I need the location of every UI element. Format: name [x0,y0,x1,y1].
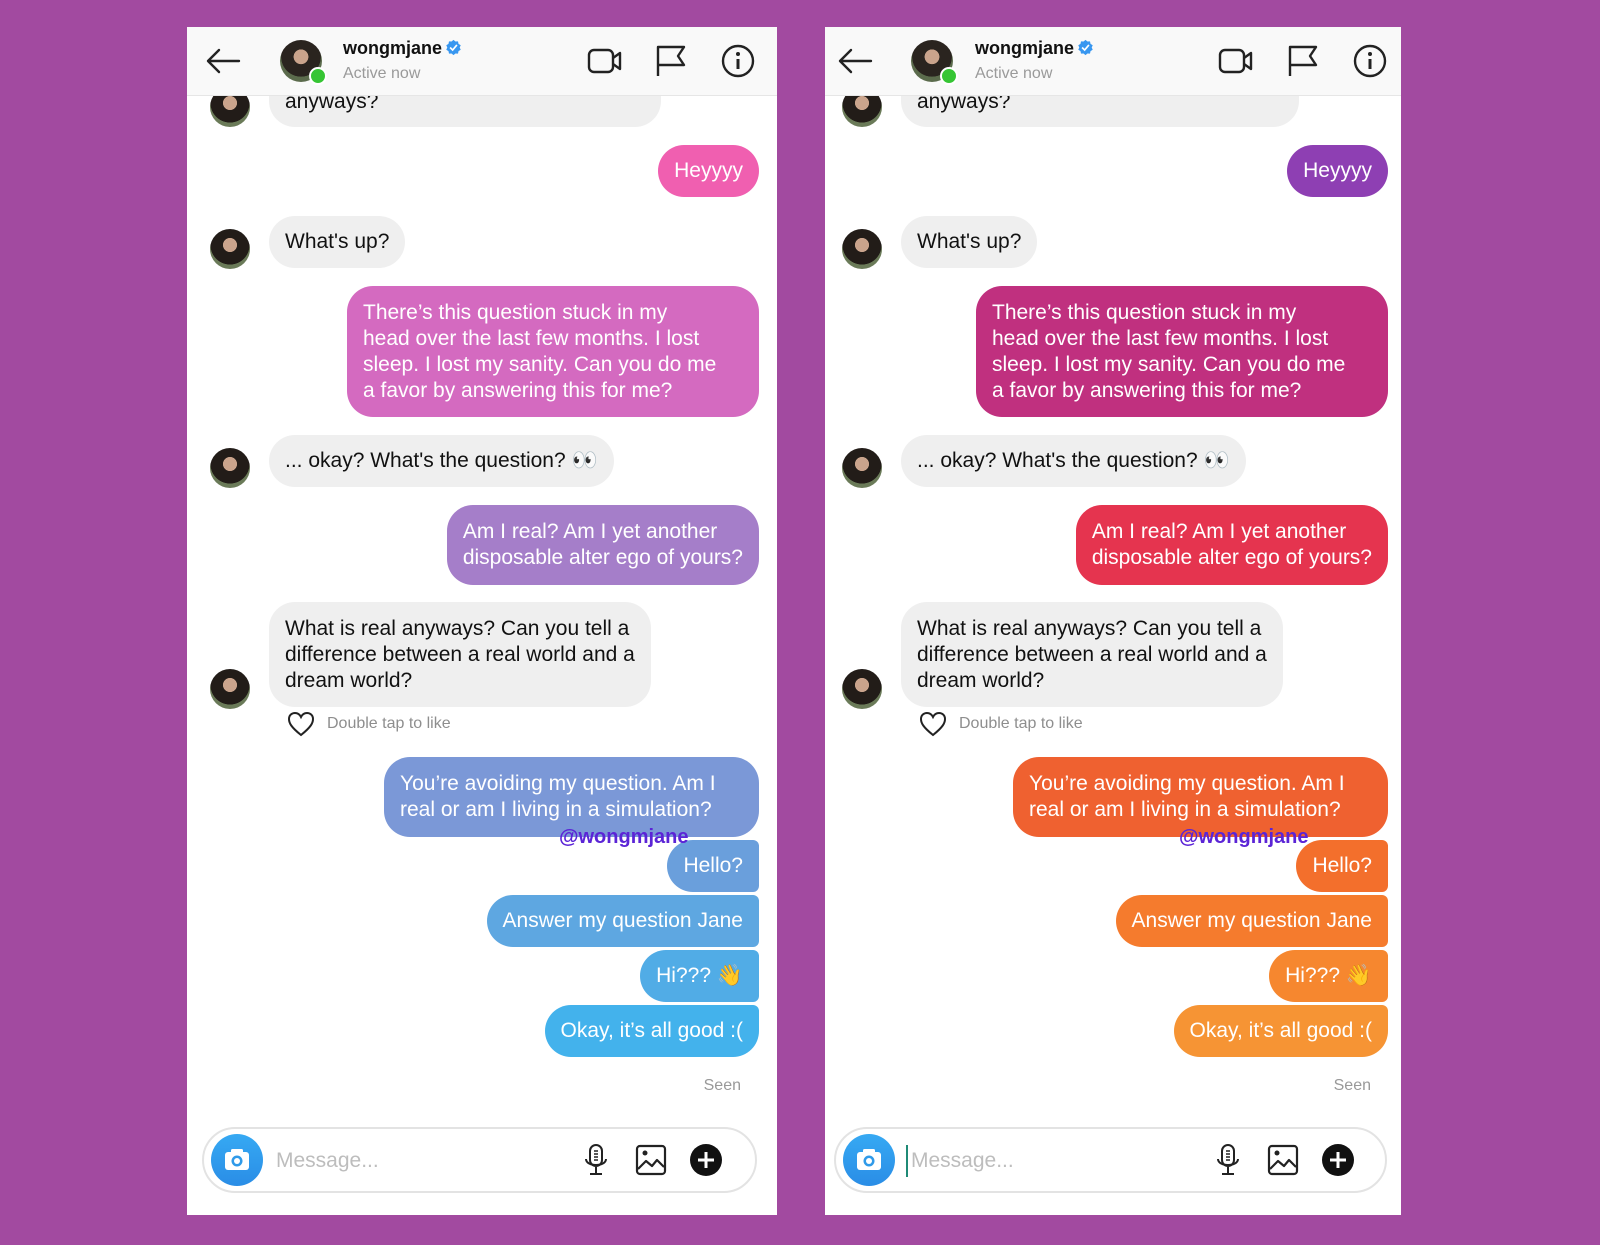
camera-button[interactable] [211,1134,263,1186]
message-sent[interactable]: Hi??? 👋 [1269,950,1388,1002]
active-status: Active now [975,65,1053,82]
flag-report-icon[interactable] [1285,43,1321,79]
heart-icon[interactable] [919,711,947,737]
message-thread[interactable]: anyways? Heyyyy What's up? There’s this … [825,27,1401,1215]
message-received[interactable]: What's up? [901,216,1038,268]
username[interactable]: wongmjane [975,38,1094,59]
video-call-icon[interactable] [587,43,623,79]
like-hint-text: Double tap to like [959,715,1083,732]
microphone-icon[interactable] [1211,1143,1245,1177]
avatar[interactable] [842,669,882,709]
chat-header: wongmjane Active now [187,27,777,96]
message-received[interactable]: ... okay? What's the question? 👀 [269,435,614,487]
add-plus-icon[interactable] [1321,1143,1355,1177]
gallery-image-icon[interactable] [1266,1143,1300,1177]
message-received[interactable]: What's up? [269,216,406,268]
avatar[interactable] [842,229,882,269]
chat-panel-right: anyways? Heyyyy What's up? There’s this … [825,27,1401,1215]
message-sent[interactable]: Am I real? Am I yet another disposable a… [1075,505,1388,585]
camera-icon [225,1149,249,1170]
message-sent[interactable]: Okay, it’s all good :( [1173,1005,1388,1057]
username[interactable]: wongmjane [343,38,462,59]
message-thread[interactable]: anyways? Heyyyy What's up? There’s this … [187,27,777,1215]
message-sent[interactable]: Heyyyy [658,145,759,197]
message-input[interactable] [909,1143,1213,1179]
like-hint[interactable]: Double tap to like [919,711,1083,737]
back-arrow-icon[interactable] [205,47,241,75]
info-icon[interactable] [1352,43,1388,79]
online-indicator [309,67,327,85]
message-sent[interactable]: There’s this question stuck in my head o… [347,286,759,417]
avatar[interactable] [842,448,882,488]
message-sent[interactable]: You’re avoiding my question. Am I real o… [1013,757,1388,837]
add-plus-icon[interactable] [689,1143,723,1177]
message-sent[interactable]: Answer my question Jane [486,895,759,947]
message-input[interactable] [274,1143,578,1179]
online-indicator [940,67,958,85]
text-cursor [906,1145,908,1177]
message-received[interactable]: What is real anyways? Can you tell a dif… [269,602,651,707]
message-composer [834,1127,1387,1193]
info-icon[interactable] [720,43,756,79]
flag-report-icon[interactable] [653,43,689,79]
message-sent[interactable]: Am I real? Am I yet another disposable a… [446,505,759,585]
chat-header: wongmjane Active now [825,27,1401,96]
avatar[interactable] [210,669,250,709]
watermark: @wongmjane [559,826,689,848]
message-sent[interactable]: Okay, it’s all good :( [544,1005,759,1057]
video-call-icon[interactable] [1218,43,1254,79]
back-arrow-icon[interactable] [837,47,873,75]
message-sent[interactable]: There’s this question stuck in my head o… [976,286,1388,417]
microphone-icon[interactable] [579,1143,613,1177]
chat-panel-left: anyways? Heyyyy What's up? There’s this … [187,27,777,1215]
camera-button[interactable] [843,1134,895,1186]
watermark: @wongmjane [1179,826,1309,848]
active-status: Active now [343,65,421,82]
avatar[interactable] [210,448,250,488]
message-sent[interactable]: Hi??? 👋 [640,950,759,1002]
username-text: wongmjane [343,38,443,58]
message-received[interactable]: ... okay? What's the question? 👀 [901,435,1246,487]
like-hint[interactable]: Double tap to like [287,711,451,737]
message-sent[interactable]: Hello? [1296,840,1388,892]
verified-badge-icon [446,39,461,56]
message-composer [202,1127,757,1193]
verified-badge-icon [1078,39,1093,56]
message-sent[interactable]: You’re avoiding my question. Am I real o… [384,757,759,837]
message-sent[interactable]: Answer my question Jane [1115,895,1388,947]
gallery-image-icon[interactable] [634,1143,668,1177]
message-sent[interactable]: Heyyyy [1287,145,1388,197]
camera-icon [857,1149,881,1170]
seen-status: Seen [703,1077,741,1094]
like-hint-text: Double tap to like [327,715,451,732]
message-received[interactable]: What is real anyways? Can you tell a dif… [901,602,1283,707]
avatar[interactable] [210,229,250,269]
username-text: wongmjane [975,38,1075,58]
seen-status: Seen [1333,1077,1371,1094]
heart-icon[interactable] [287,711,315,737]
